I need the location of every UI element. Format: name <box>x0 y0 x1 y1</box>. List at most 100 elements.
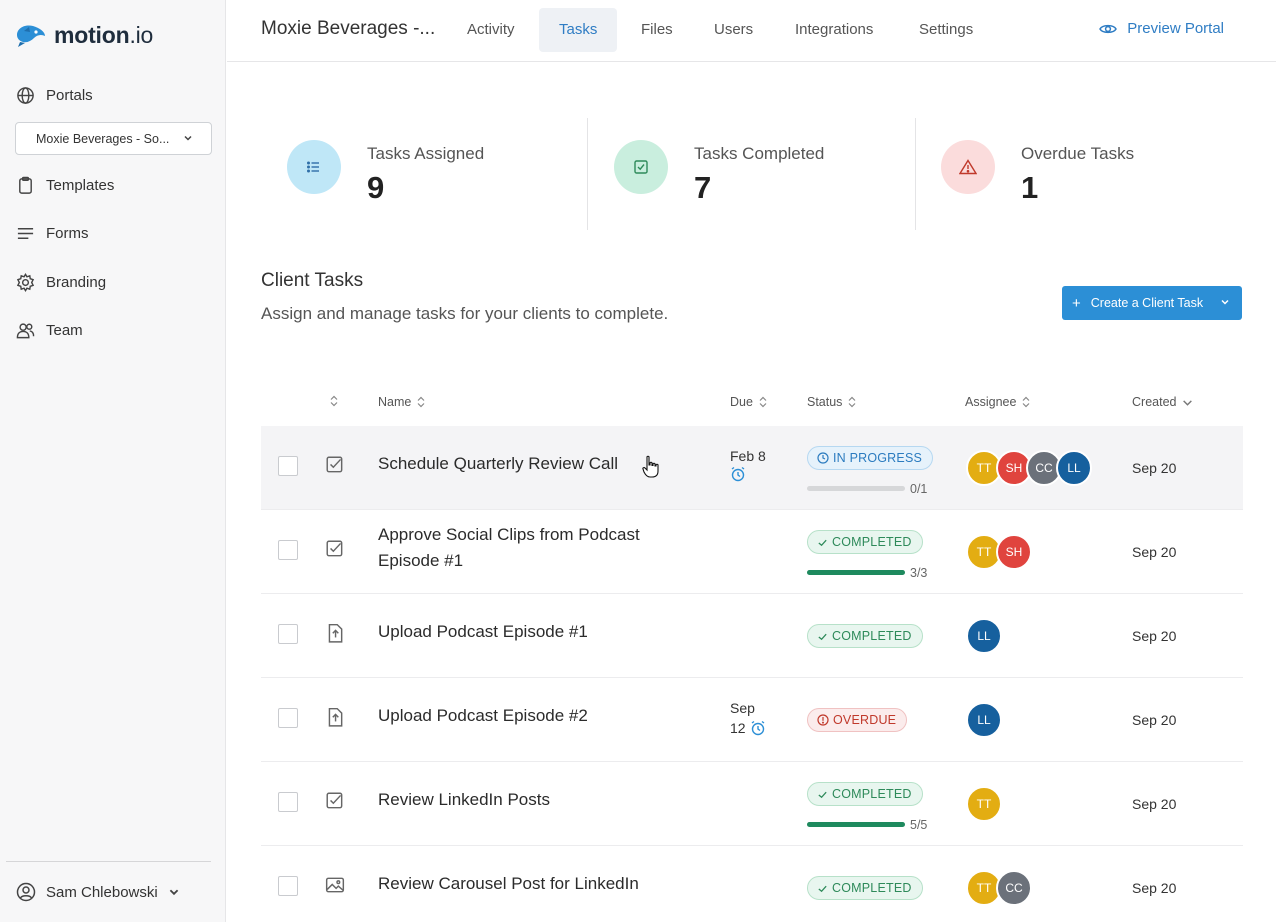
status-badge: OVERDUE <box>807 708 908 732</box>
stat-tasks-completed: Tasks Completed 7 <box>614 118 894 230</box>
portal-title: Moxie Beverages -... <box>261 18 436 39</box>
preview-portal-label: Preview Portal <box>1127 20 1224 37</box>
stat-icon-circle <box>941 140 995 194</box>
sidebar-item-label: Team <box>46 321 83 339</box>
alarm-clock-icon <box>731 466 745 482</box>
sidebar-item-templates[interactable]: Templates <box>16 173 114 197</box>
eye-icon <box>1099 24 1118 33</box>
plus-icon: + <box>1072 294 1081 312</box>
check-icon <box>818 791 827 798</box>
checkbox-icon <box>326 540 343 557</box>
created-date: Sep 20 <box>1132 880 1177 896</box>
checkbox-icon <box>326 456 343 473</box>
tab-settings[interactable]: Settings <box>899 8 993 52</box>
preview-portal-link[interactable]: Preview Portal <box>1099 20 1224 37</box>
avatar[interactable]: SH <box>996 534 1032 570</box>
column-header-label: Status <box>807 395 843 409</box>
avatar[interactable]: LL <box>966 702 1002 738</box>
row-checkbox[interactable] <box>278 624 298 644</box>
stat-icon-circle <box>287 140 341 194</box>
alarm-clock-icon <box>751 720 764 736</box>
row-checkbox[interactable] <box>278 540 298 560</box>
task-name[interactable]: Upload Podcast Episode #1 <box>378 619 668 645</box>
avatar[interactable]: CC <box>996 870 1032 906</box>
tab-users[interactable]: Users <box>694 8 773 52</box>
tab-tasks[interactable]: Tasks <box>539 8 618 52</box>
task-name[interactable]: Review Carousel Post for LinkedIn <box>378 871 668 897</box>
portal-select-value: Moxie Beverages - So... <box>36 131 170 146</box>
sort-type-header[interactable] <box>330 395 338 407</box>
sidebar-item-portals[interactable]: Portals <box>16 83 93 107</box>
status-label: COMPLETED <box>832 535 912 549</box>
assignee-avatars: LL <box>966 702 1002 738</box>
checkbox-icon <box>326 792 343 809</box>
sidebar-item-forms[interactable]: Forms <box>16 221 89 245</box>
status-badge: IN PROGRESS <box>807 446 934 470</box>
check-icon <box>818 539 827 546</box>
user-name: Sam Chlebowski <box>46 883 158 901</box>
progress-bar <box>807 822 905 827</box>
table-row[interactable]: Review Carousel Post for LinkedIn COMPLET… <box>261 846 1243 922</box>
due-date-line: Sep <box>730 700 755 716</box>
row-checkbox[interactable] <box>278 876 298 896</box>
tab-files[interactable]: Files <box>621 8 693 52</box>
portal-select[interactable]: Moxie Beverages - So... <box>15 122 212 155</box>
progress-bar <box>807 570 905 575</box>
create-button-label: Create a Client Task <box>1090 296 1204 310</box>
row-checkbox[interactable] <box>278 456 298 476</box>
table-row[interactable]: Approve Social Clips from Podcast Episod… <box>261 510 1243 594</box>
stat-overdue-tasks: Overdue Tasks 1 <box>941 118 1221 230</box>
row-checkbox[interactable] <box>278 792 298 812</box>
stat-label: Tasks Assigned <box>367 144 485 163</box>
logo[interactable]: motion.io <box>14 18 153 52</box>
column-header-label: Name <box>378 395 412 409</box>
checkbox-icon <box>634 160 648 174</box>
created-date: Sep 20 <box>1132 460 1177 476</box>
column-header-assignee[interactable]: Assignee <box>965 395 1030 409</box>
stat-value: 9 <box>367 170 385 205</box>
table-row[interactable]: Upload Podcast Episode #2 Sep 12 OVERDUE LL S… <box>261 678 1243 762</box>
stat-value: 1 <box>1021 170 1039 205</box>
tab-activity[interactable]: Activity <box>447 8 535 52</box>
check-icon <box>818 885 827 892</box>
task-name[interactable]: Schedule Quarterly Review Call <box>378 451 668 477</box>
status-badge: COMPLETED <box>807 782 923 806</box>
column-header-label: Assignee <box>965 395 1017 409</box>
column-header-name[interactable]: Name <box>378 395 425 409</box>
users-icon <box>16 322 35 338</box>
task-name[interactable]: Upload Podcast Episode #2 <box>378 703 668 729</box>
avatar[interactable]: LL <box>1056 450 1092 486</box>
sidebar-item-team[interactable]: Team <box>16 318 83 342</box>
stat-divider <box>587 118 588 230</box>
table-row[interactable]: Review LinkedIn Posts COMPLETED 5/5 TT Sep 2… <box>261 762 1243 846</box>
progress-count: 0/1 <box>910 482 928 496</box>
sidebar-item-branding[interactable]: Branding <box>16 270 106 294</box>
avatar[interactable]: LL <box>966 618 1002 654</box>
created-date: Sep 20 <box>1132 712 1177 728</box>
column-header-status[interactable]: Status <box>807 395 856 409</box>
column-header-due[interactable]: Due <box>730 395 767 409</box>
task-name[interactable]: Approve Social Clips from Podcast Episod… <box>378 522 668 574</box>
section-subtitle: Assign and manage tasks for your clients… <box>261 304 669 323</box>
alert-circle-icon <box>817 714 829 726</box>
sidebar-item-label: Templates <box>46 176 115 194</box>
row-checkbox[interactable] <box>278 708 298 728</box>
status-badge: COMPLETED <box>807 876 923 900</box>
user-menu[interactable]: Sam Chlebowski <box>16 882 180 902</box>
column-header-created[interactable]: Created <box>1132 395 1193 409</box>
create-client-task-button[interactable]: + Create a Client Task <box>1062 286 1242 320</box>
status-label: IN PROGRESS <box>833 451 923 465</box>
gear-icon <box>16 272 35 292</box>
sort-icon <box>417 396 425 408</box>
status-badge: COMPLETED <box>807 624 923 648</box>
chevron-down-icon[interactable] <box>1220 297 1230 307</box>
tab-integrations[interactable]: Integrations <box>775 8 893 52</box>
table-row[interactable]: Schedule Quarterly Review Call Feb 8 IN PR… <box>261 426 1243 510</box>
status-label: COMPLETED <box>832 787 912 801</box>
table-row[interactable]: Upload Podcast Episode #1 COMPLETED LL Sep … <box>261 594 1243 678</box>
top-bar: Moxie Beverages -... Activity Tasks File… <box>227 0 1276 62</box>
task-name[interactable]: Review LinkedIn Posts <box>378 787 668 813</box>
upload-icon <box>328 623 343 643</box>
avatar[interactable]: TT <box>966 786 1002 822</box>
clock-icon <box>817 452 829 464</box>
